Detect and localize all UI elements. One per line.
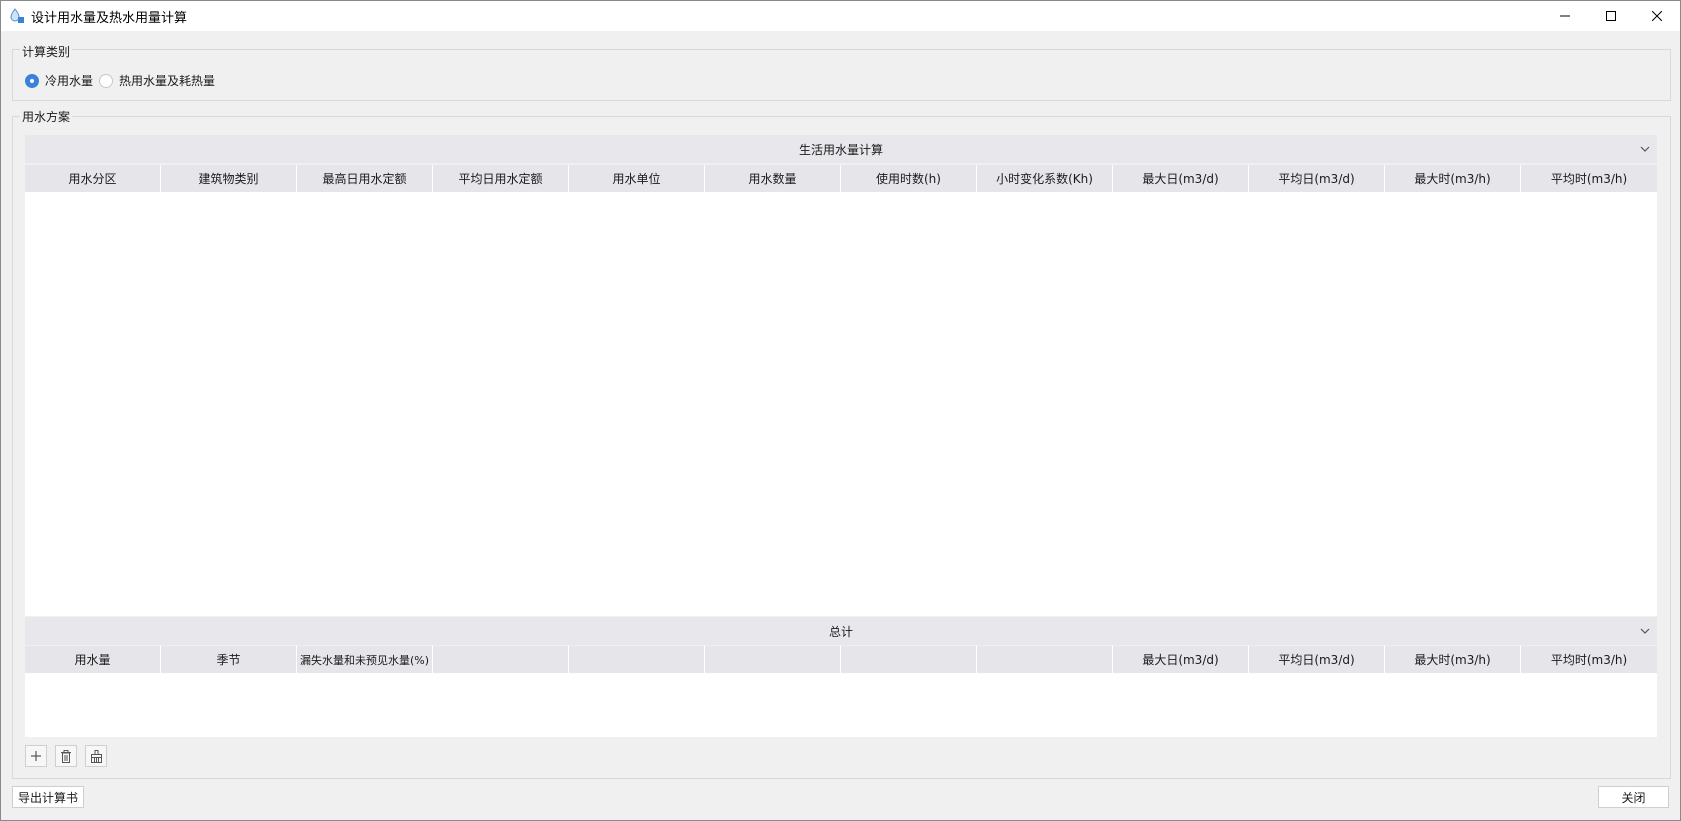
column-header[interactable]: 平均日用水定额 (433, 165, 569, 192)
total-table-body[interactable] (25, 673, 1657, 737)
brush-icon (90, 749, 102, 763)
title-bar: 设计用水量及热水用量计算 (1, 1, 1680, 31)
domestic-section-header[interactable]: 生活用水量计算 (25, 135, 1657, 163)
calc-type-group (12, 49, 1671, 101)
column-header[interactable] (569, 646, 705, 673)
domestic-table-header: 用水分区 建筑物类别 最高日用水定额 平均日用水定额 用水单位 用水数量 使用时… (25, 165, 1657, 192)
close-window-button[interactable] (1634, 1, 1680, 31)
chevron-down-icon[interactable] (1639, 625, 1651, 637)
column-header[interactable]: 漏失水量和未预见水量(%) (297, 646, 433, 673)
column-header[interactable]: 平均时(m3/h) (1521, 646, 1657, 673)
minimize-icon (1560, 15, 1570, 17)
total-table-header: 用水量 季节 漏失水量和未预见水量(%) 最大日(m3/d) 平均日(m3/d)… (25, 646, 1657, 673)
column-header[interactable]: 用水量 (25, 646, 161, 673)
radio-cold-water[interactable] (25, 73, 39, 88)
total-section-title: 总计 (828, 624, 853, 639)
radio-cold-water-label[interactable]: 冷用水量 (45, 72, 93, 89)
column-header[interactable]: 建筑物类别 (161, 165, 297, 192)
trash-icon (61, 749, 71, 763)
minimize-button[interactable] (1542, 1, 1588, 31)
plan-label: 用水方案 (20, 108, 73, 125)
maximize-button[interactable] (1588, 1, 1634, 31)
close-button[interactable]: 关闭 (1598, 786, 1669, 808)
column-header[interactable]: 最大日(m3/d) (1113, 165, 1249, 192)
close-icon (1652, 11, 1662, 21)
domestic-section-title: 生活用水量计算 (798, 142, 883, 157)
water-drop-icon (9, 8, 25, 24)
radio-hot-water-label[interactable]: 热用水量及耗热量 (119, 72, 215, 89)
domestic-table-body[interactable] (25, 192, 1657, 616)
column-header[interactable]: 使用时数(h) (841, 165, 977, 192)
column-header[interactable]: 用水单位 (569, 165, 705, 192)
column-header[interactable] (433, 646, 569, 673)
column-header[interactable]: 用水数量 (705, 165, 841, 192)
main-window: 设计用水量及热水用量计算 计算类别 冷用水量 热用水量及耗热量 用水方案 生活用… (0, 0, 1681, 821)
calc-type-options: 冷用水量 热用水量及耗热量 (25, 72, 221, 89)
add-row-button[interactable] (25, 745, 47, 767)
maximize-icon (1606, 11, 1616, 21)
radio-hot-water[interactable] (99, 73, 114, 88)
column-header[interactable]: 最高日用水定额 (297, 165, 433, 192)
delete-row-button[interactable] (55, 745, 77, 767)
column-header[interactable]: 季节 (161, 646, 297, 673)
column-header[interactable]: 小时变化系数(Kh) (977, 165, 1113, 192)
column-header[interactable] (841, 646, 977, 673)
column-header[interactable]: 平均日(m3/d) (1249, 165, 1385, 192)
window-title: 设计用水量及热水用量计算 (31, 10, 188, 26)
column-header[interactable]: 最大日(m3/d) (1113, 646, 1249, 673)
column-header[interactable] (705, 646, 841, 673)
column-header[interactable]: 平均日(m3/d) (1249, 646, 1385, 673)
window-controls (1542, 1, 1680, 31)
chevron-down-icon[interactable] (1639, 143, 1651, 155)
calc-type-label: 计算类别 (20, 43, 73, 60)
plus-icon (31, 751, 41, 761)
column-header[interactable] (977, 646, 1113, 673)
column-header[interactable]: 最大时(m3/h) (1385, 646, 1521, 673)
column-header[interactable]: 最大时(m3/h) (1385, 165, 1521, 192)
column-header[interactable]: 用水分区 (25, 165, 161, 192)
clear-button[interactable] (85, 745, 107, 767)
export-report-button[interactable]: 导出计算书 (12, 786, 84, 808)
total-section-header[interactable]: 总计 (25, 617, 1657, 645)
column-header[interactable]: 平均时(m3/h) (1521, 165, 1657, 192)
